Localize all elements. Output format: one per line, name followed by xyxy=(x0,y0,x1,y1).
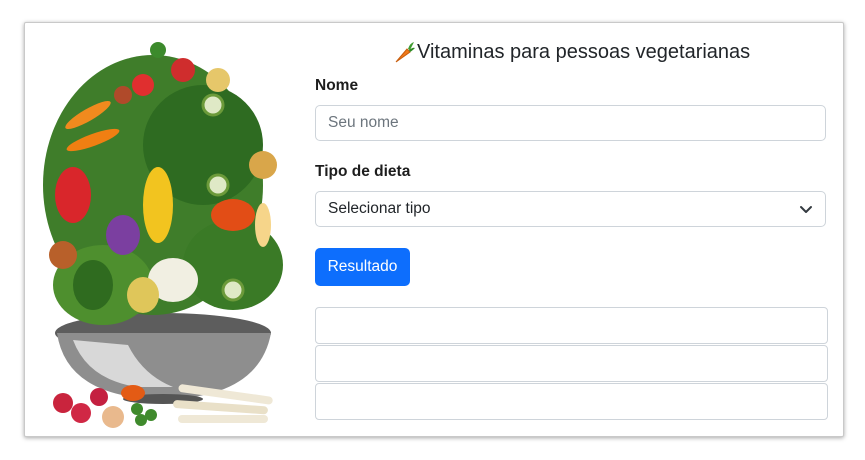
name-label: Nome xyxy=(315,77,359,94)
chevron-down-icon xyxy=(800,206,812,213)
result-output-2 xyxy=(315,345,828,382)
vegetable-bowl-illustration xyxy=(43,42,283,428)
diet-type-select[interactable]: Selecionar tipo xyxy=(315,191,826,227)
page-title: Vitaminas para pessoas vegetarianas xyxy=(393,40,750,64)
page-title-text: Vitaminas para pessoas vegetarianas xyxy=(417,40,751,63)
diet-type-selected-value: Selecionar tipo xyxy=(328,200,431,217)
diet-type-label: Tipo de dieta xyxy=(315,163,411,180)
result-output-3 xyxy=(315,383,828,420)
result-button[interactable]: Resultado xyxy=(315,248,410,286)
result-output-1 xyxy=(315,307,828,344)
name-input[interactable] xyxy=(315,105,826,141)
form-card: Vitaminas para pessoas vegetarianas Nome… xyxy=(24,22,844,437)
carrot-icon xyxy=(395,42,415,63)
